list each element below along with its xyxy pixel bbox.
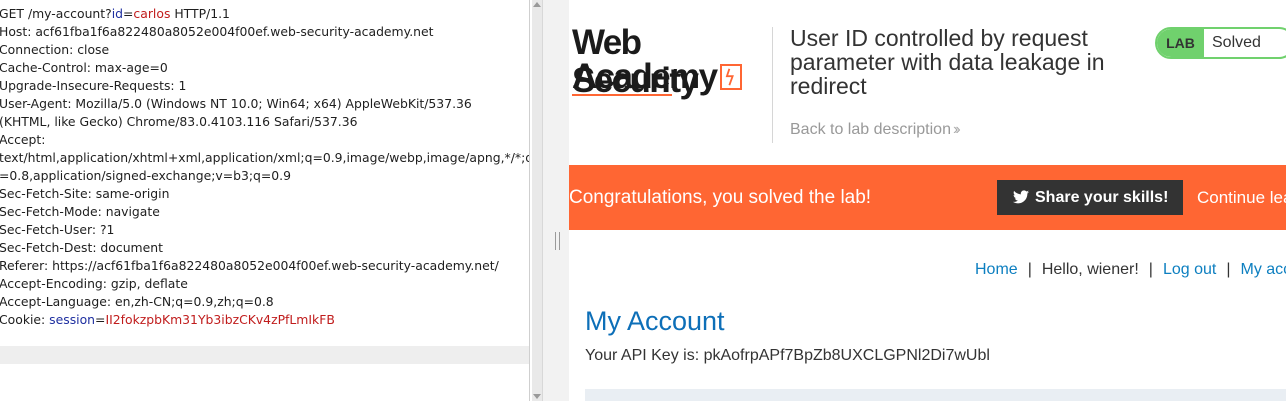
back-link-label: Back to lab description — [790, 121, 951, 138]
editor-footer-bar — [0, 346, 529, 364]
request-line: Accept: — [0, 132, 46, 147]
splitter-grip-icon[interactable] — [555, 232, 560, 250]
request-line: Referer: https://acf61fba1f6a822480a8052… — [0, 258, 499, 273]
double-chevron-right-icon: ›› — [952, 121, 960, 138]
request-line: Cookie: session=II2fokzpbKm31Yb3ibzCKv4z… — [0, 311, 529, 329]
solved-banner: Congratulations, you solved the lab! Sha… — [569, 165, 1286, 230]
request-editor[interactable]: GET /my-account?id=carlos HTTP/1.1 Host:… — [0, 0, 529, 401]
lab-page: Web Security Academy User ID controlled … — [569, 0, 1286, 401]
request-line: Host: acf61fba1f6a822480a8052e004f00ef.w… — [0, 24, 434, 39]
request-line: Sec-Fetch-Mode: navigate — [0, 204, 160, 219]
request-line: Accept-Language: en,zh-CN;q=0.9,zh;q=0.8 — [0, 294, 274, 309]
request-line: Cache-Control: max-age=0 — [0, 60, 168, 75]
cookie-value: II2fokzpbKm31Yb3ibzCKv4zPfLmIkFB — [105, 312, 335, 327]
request-line-text: Cookie: — [0, 312, 50, 327]
request-line: Sec-Fetch-User: ?1 — [0, 222, 115, 237]
continue-learning-link[interactable]: Continue lea — [1197, 187, 1286, 209]
lab-title-line: parameter with data leakage in — [790, 49, 1105, 75]
nav-my-account-link[interactable]: My acc — [1240, 261, 1286, 278]
request-line: Upgrade-Insecure-Requests: 1 — [0, 78, 187, 93]
nav-separator: | — [1226, 261, 1231, 278]
page-title: My Account — [585, 306, 725, 336]
param-equals: = — [95, 312, 106, 327]
lab-title-line: redirect — [790, 73, 867, 99]
share-your-skills-button[interactable]: Share your skills! — [997, 180, 1183, 215]
vertical-scrollbar[interactable] — [532, 0, 542, 401]
request-line: GET /my-account?id=carlos HTTP/1.1 — [0, 5, 529, 23]
lab-title-line: User ID controlled by request — [790, 25, 1088, 51]
logo-line-2: Academy — [572, 57, 718, 96]
web-security-academy-logo[interactable]: Web Security Academy — [572, 24, 772, 100]
lab-status-badge: LAB Solved — [1155, 27, 1286, 59]
lightning-bolt-icon — [720, 64, 742, 90]
nav-logout-link[interactable]: Log out — [1163, 261, 1216, 278]
request-line-text: GET /my-account? — [0, 6, 112, 21]
nav-greeting: Hello, wiener! — [1041, 261, 1139, 278]
param-equals: = — [123, 6, 134, 21]
nav-separator: | — [1027, 261, 1032, 278]
back-to-lab-description-link[interactable]: Back to lab description ›› — [790, 121, 960, 139]
query-param-name: id — [111, 6, 124, 21]
congratulations-message: Congratulations, you solved the lab! — [569, 187, 872, 208]
logo-underline — [572, 94, 672, 96]
request-line-text: HTTP/1.1 — [170, 6, 230, 21]
nav-home-link[interactable]: Home — [975, 261, 1018, 278]
nav-separator: | — [1148, 261, 1153, 278]
api-key-text: Your API Key is: pkAofrpAPf7BpZb8UXCLGPN… — [585, 347, 990, 364]
cookie-name: session — [49, 312, 96, 327]
scroll-up-arrow-icon[interactable] — [533, 2, 541, 7]
editor-border — [529, 0, 530, 401]
request-line: User-Agent: Mozilla/5.0 (Windows NT 10.0… — [0, 96, 472, 111]
request-line: Sec-Fetch-Dest: document — [0, 240, 163, 255]
request-line: =0.8,application/signed-exchange;v=b3;q=… — [0, 168, 292, 183]
request-line: (KHTML, like Gecko) Chrome/83.0.4103.116… — [0, 114, 358, 129]
share-button-label: Share your skills! — [1035, 189, 1169, 206]
lab-title: User ID controlled by request parameter … — [790, 26, 1145, 98]
pane-splitter[interactable] — [542, 0, 570, 401]
request-lines: GET /my-account?id=carlos HTTP/1.1 Host:… — [0, 5, 529, 329]
account-navigation: Home | Hello, wiener! | Log out | My acc — [975, 260, 1286, 280]
request-line: Sec-Fetch-Site: same-origin — [0, 186, 170, 201]
query-param-value: carlos — [133, 6, 171, 21]
twitter-icon — [1013, 190, 1029, 204]
request-line: Connection: close — [0, 42, 110, 57]
lab-status-label: LAB — [1157, 29, 1204, 57]
request-line: text/html,application/xhtml+xml,applicat… — [0, 150, 529, 165]
header-divider — [772, 27, 773, 143]
scroll-down-arrow-icon[interactable] — [533, 394, 541, 399]
request-line: Accept-Encoding: gzip, deflate — [0, 276, 188, 291]
account-form-panel — [585, 389, 1286, 401]
lab-status-value: Solved — [1212, 34, 1261, 51]
